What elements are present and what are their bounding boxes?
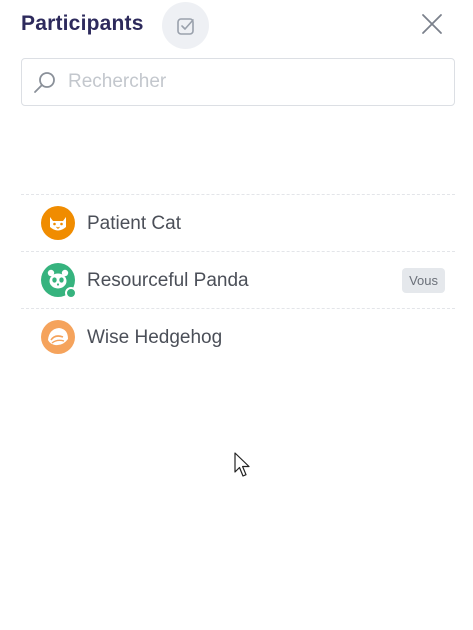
page-title: Participants — [21, 12, 144, 35]
participant-name: Resourceful Panda — [87, 270, 249, 291]
participant-row[interactable]: Resourceful Panda Vous — [21, 251, 455, 308]
panel-header: Participants — [0, 0, 473, 50]
search-field[interactable] — [21, 58, 455, 106]
close-button[interactable] — [418, 10, 446, 38]
hedgehog-avatar-icon — [41, 320, 75, 354]
participant-name: Patient Cat — [87, 213, 181, 234]
search-icon — [34, 72, 55, 93]
participant-row[interactable]: Wise Hedgehog — [21, 308, 455, 366]
participants-list: Patient Cat Resourceful Panda Vous Wise … — [21, 194, 455, 366]
panda-avatar-icon — [41, 263, 77, 299]
check-button[interactable] — [162, 2, 209, 49]
search-input[interactable] — [68, 67, 438, 97]
mouse-pointer-icon — [234, 452, 250, 477]
online-status-dot — [65, 287, 77, 299]
cat-avatar-icon — [41, 206, 75, 240]
participant-name: Wise Hedgehog — [87, 327, 223, 348]
participant-row[interactable]: Patient Cat — [21, 194, 455, 251]
you-badge: Vous — [402, 268, 445, 293]
close-icon — [422, 14, 442, 34]
check-square-icon — [176, 17, 194, 35]
